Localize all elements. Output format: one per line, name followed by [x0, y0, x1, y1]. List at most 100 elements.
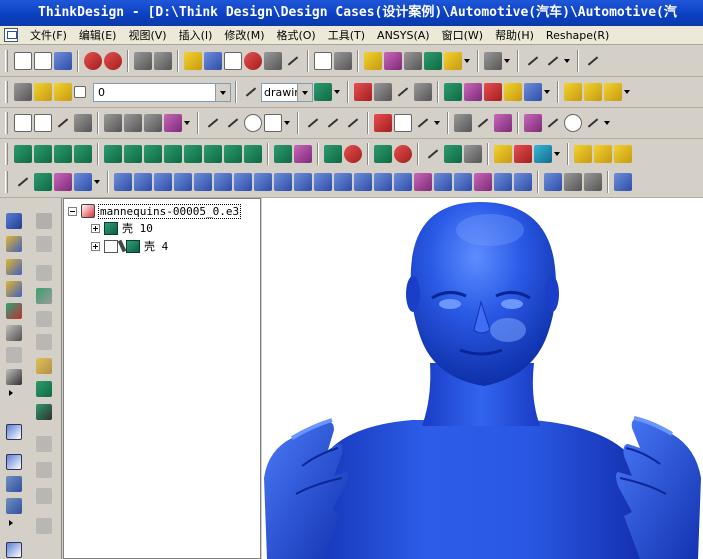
surface-untrim-icon[interactable]: [334, 173, 352, 191]
solid-dropdown[interactable]: [554, 151, 560, 157]
surface-morph-icon[interactable]: [434, 173, 452, 191]
select-icon[interactable]: [224, 52, 242, 70]
solid-view-icon[interactable]: [424, 52, 442, 70]
surface-draft-analysis-icon[interactable]: [584, 173, 602, 191]
points-icon[interactable]: [14, 173, 32, 191]
component-icon[interactable]: [594, 145, 612, 163]
pattern-icon[interactable]: [274, 145, 292, 163]
horizontal-dimension-icon[interactable]: [14, 114, 32, 132]
hole-icon[interactable]: [244, 145, 262, 163]
circle-icon[interactable]: [244, 114, 262, 132]
surface-patch-icon[interactable]: [444, 145, 462, 163]
lightbulb-icon[interactable]: [34, 83, 52, 101]
helix-icon[interactable]: [584, 114, 602, 132]
sketch-dropdown[interactable]: [564, 58, 570, 64]
rectangle-icon[interactable]: [264, 114, 282, 132]
chamfer-icon[interactable]: [324, 114, 342, 132]
surface-match-icon[interactable]: [394, 173, 412, 191]
color-dropdown[interactable]: [334, 89, 340, 95]
view-cube-icon[interactable]: [104, 114, 122, 132]
menu-tools[interactable]: 工具(T): [322, 26, 371, 44]
tree-item-label[interactable]: 壳 10: [122, 220, 153, 236]
sketch-line-icon[interactable]: [524, 52, 542, 70]
hidden-line-icon[interactable]: [404, 52, 422, 70]
probe-grey-icon[interactable]: [6, 347, 22, 363]
axis-icon[interactable]: [494, 114, 512, 132]
thicken-icon[interactable]: [224, 145, 242, 163]
image-view-icon[interactable]: [36, 288, 52, 304]
measure-icon[interactable]: [264, 52, 282, 70]
dropper-icon[interactable]: [6, 369, 22, 385]
fillet-solid-icon[interactable]: [164, 145, 182, 163]
layers-pencil-icon[interactable]: [6, 281, 22, 297]
hierarchy-icon[interactable]: [6, 476, 22, 492]
surface-fillet-icon[interactable]: [254, 173, 272, 191]
tree-view-icon[interactable]: [6, 498, 22, 514]
cut-icon[interactable]: [484, 83, 502, 101]
shell-icon[interactable]: [124, 145, 142, 163]
binoculars-icon[interactable]: [36, 213, 52, 229]
part-icon[interactable]: [574, 145, 592, 163]
menu-edit[interactable]: 编辑(E): [73, 26, 123, 44]
draft-icon[interactable]: [144, 145, 162, 163]
vector-icon[interactable]: [474, 114, 492, 132]
surface-deform-icon[interactable]: [414, 173, 432, 191]
color-fill-icon[interactable]: [314, 83, 332, 101]
heal-icon[interactable]: [344, 145, 362, 163]
toolbar-grip[interactable]: [5, 81, 8, 103]
graphics-viewport[interactable]: [262, 198, 703, 559]
menu-modify[interactable]: 修改(M): [218, 26, 270, 44]
cube-icon[interactable]: [494, 145, 512, 163]
wireframe-icon[interactable]: [384, 52, 402, 70]
curves-dropdown[interactable]: [604, 120, 610, 126]
fillet-icon[interactable]: [304, 114, 322, 132]
layers-edit-icon[interactable]: [6, 259, 22, 275]
connect-curve-icon[interactable]: [544, 114, 562, 132]
surface-net-icon[interactable]: [214, 173, 232, 191]
menu-format[interactable]: 格式(O): [270, 26, 321, 44]
analysis-dropdown[interactable]: [94, 179, 100, 185]
surface-blend-icon[interactable]: [234, 173, 252, 191]
expand-icon[interactable]: [91, 241, 100, 251]
curvature-icon[interactable]: [54, 173, 72, 191]
lock-icon[interactable]: [54, 83, 72, 101]
surface-sweep-icon[interactable]: [174, 173, 192, 191]
save-icon[interactable]: [54, 52, 72, 70]
sweep-icon[interactable]: [54, 145, 72, 163]
split-icon[interactable]: [204, 145, 222, 163]
explode-icon[interactable]: [514, 145, 532, 163]
open-file-icon[interactable]: [34, 52, 52, 70]
detail-view-icon[interactable]: [144, 114, 162, 132]
menu-reshape[interactable]: Reshape(R): [540, 26, 615, 44]
list-icon[interactable]: [6, 454, 22, 470]
ellipse-icon[interactable]: [564, 114, 582, 132]
surface-offset-icon[interactable]: [274, 173, 292, 191]
hatch-icon[interactable]: [374, 114, 392, 132]
redo-icon[interactable]: [104, 52, 122, 70]
point-icon[interactable]: [454, 114, 472, 132]
wrench-icon[interactable]: [6, 325, 22, 341]
projection-icon[interactable]: [164, 114, 182, 132]
mannequin-model[interactable]: [262, 198, 703, 559]
chevron-right-icon[interactable]: [9, 520, 13, 526]
tree-root-label[interactable]: mannequins-00005_0.e3: [98, 203, 242, 219]
hand-icon[interactable]: [36, 334, 52, 350]
tree-item-label[interactable]: 壳 4: [144, 238, 168, 254]
layers-highlight-icon[interactable]: [6, 236, 22, 252]
marker-icon[interactable]: [604, 83, 622, 101]
zoom-in-icon[interactable]: [134, 52, 152, 70]
radius-dimension-icon[interactable]: [54, 114, 72, 132]
menu-insert[interactable]: 插入(I): [173, 26, 219, 44]
layer-color-icon[interactable]: [74, 86, 86, 98]
grey-copy-icon[interactable]: [36, 436, 52, 452]
light-icon[interactable]: [444, 52, 462, 70]
surface-flatten-icon[interactable]: [454, 173, 472, 191]
forward-icon[interactable]: [374, 83, 392, 101]
pointer-icon[interactable]: [484, 52, 502, 70]
surface-analysis-icon[interactable]: [564, 173, 582, 191]
sketch-arc-icon[interactable]: [544, 52, 562, 70]
render-mode-select[interactable]: drawir: [261, 82, 313, 102]
loft-icon[interactable]: [74, 145, 92, 163]
shape-grey-icon[interactable]: [36, 236, 52, 252]
grey-solid-icon[interactable]: [36, 488, 52, 504]
